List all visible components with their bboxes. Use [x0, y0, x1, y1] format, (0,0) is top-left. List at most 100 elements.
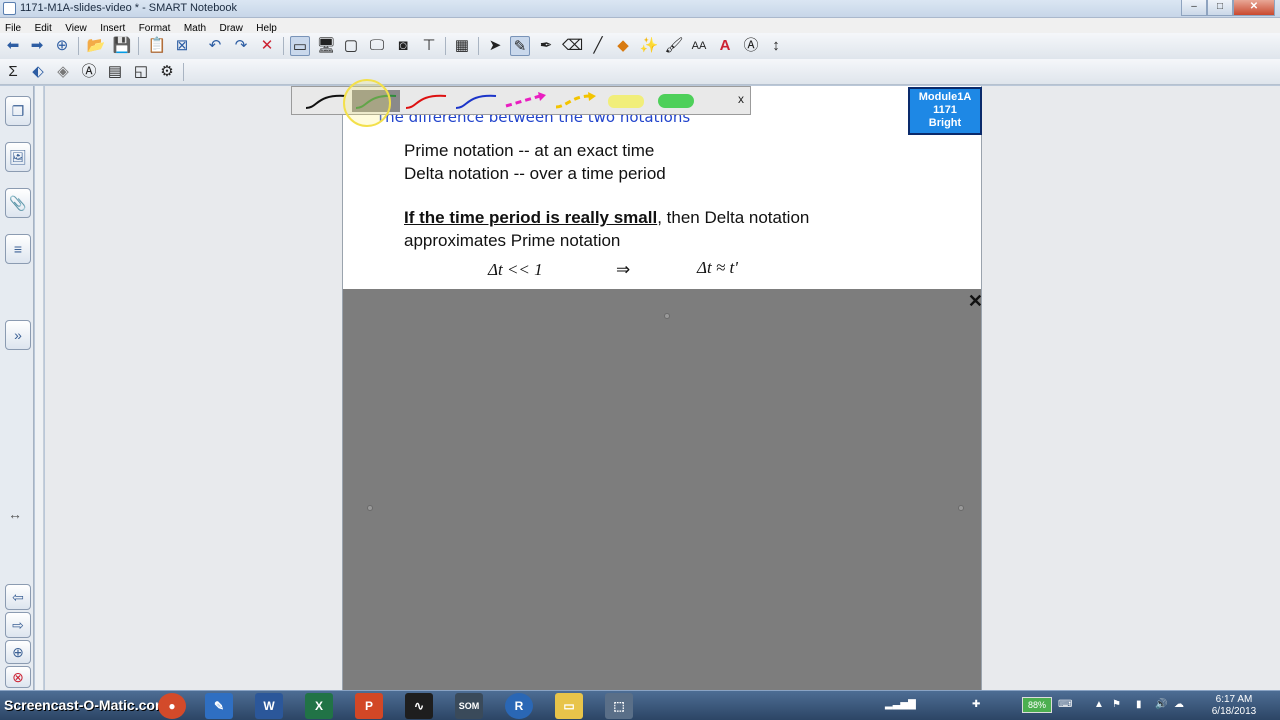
smart-notebook-icon [3, 2, 16, 15]
shade-handle-right[interactable] [958, 505, 964, 511]
title-bar: 1171-M1A-slides-video * - SMART Notebook… [0, 0, 1280, 18]
snipping-icon[interactable]: ⬚ [605, 693, 633, 719]
open-folder-icon[interactable]: 📂 [86, 36, 106, 56]
magic-pen-2-icon[interactable]: Ⓐ [79, 62, 99, 82]
properties-icon[interactable]: Ⓐ [741, 36, 761, 56]
back-arrow-icon[interactable]: ⬅ [3, 36, 23, 56]
workspace: The difference between the two notations… [45, 86, 1280, 690]
eraser-icon[interactable]: ⌫ [562, 36, 583, 56]
screen-shade[interactable]: ✕ [343, 289, 981, 690]
pen-magenta-arrow-icon[interactable] [502, 90, 550, 112]
text-style-icon[interactable]: AA [689, 36, 709, 56]
undo-icon[interactable]: ↶ [205, 36, 225, 56]
paste-icon[interactable]: 📋 [147, 36, 167, 56]
attachments-tab[interactable]: 📎 [5, 188, 31, 218]
format-table-icon[interactable]: ▤ [105, 62, 125, 82]
window-controls: – □ ✕ [1181, 0, 1275, 16]
shape-recognition-icon[interactable]: ⬖ [28, 62, 48, 82]
close-window-button[interactable]: ✕ [1233, 0, 1275, 16]
creative-pen-icon[interactable]: ✒ [536, 36, 556, 56]
capture-icon[interactable]: ◙ [393, 36, 413, 56]
module-badge: Module1A 1171 Bright [908, 87, 982, 135]
line-icon[interactable]: ╱ [588, 36, 608, 56]
expand-panel-tab[interactable]: » [5, 320, 31, 350]
display-icon[interactable]: 🖵 [367, 36, 387, 56]
word-icon[interactable]: W [255, 693, 283, 719]
folder-icon[interactable]: ▭ [555, 693, 583, 719]
table-icon[interactable]: ▦ [452, 36, 472, 56]
shade-close-icon[interactable]: ✕ [968, 291, 981, 312]
text-icon[interactable]: A [715, 36, 735, 56]
add-on-icon[interactable]: ⚙ [157, 62, 177, 82]
clock[interactable]: 6:17 AM 6/18/2013 [1206, 694, 1262, 718]
resize-arrow-icon[interactable]: ↔ [8, 506, 22, 522]
full-screen-icon[interactable]: 🖥 [316, 36, 336, 56]
notebook-page: The difference between the two notations… [342, 86, 982, 690]
side-tabs: ❐ 🖼 📎 ≡ » ↔ ⇦ ⇨ ⊕ ⊗ [0, 86, 34, 690]
highlighter-yellow-icon[interactable] [602, 90, 650, 112]
network-icon[interactable]: ▮ [1136, 699, 1142, 710]
small-time-period-bold: If the time period is really small [404, 208, 658, 227]
gallery-tab[interactable]: 🖼 [5, 142, 31, 172]
powerpoint-icon[interactable]: P [355, 693, 383, 719]
save-icon[interactable]: 💾 [112, 36, 132, 56]
prev-page-icon[interactable]: ⇦ [5, 584, 31, 610]
flag-icon[interactable]: ⚑ [1112, 699, 1121, 710]
properties-tab[interactable]: ≡ [5, 234, 31, 264]
pen-blue-icon[interactable] [452, 90, 500, 112]
notebook-taskbar-icon[interactable]: ✎ [205, 693, 233, 719]
secondary-toolbar: Σ ⬖ ◈ Ⓐ ▤ ◱ ⚙ [0, 59, 1280, 85]
add-page-icon[interactable]: ⊕ [52, 36, 72, 56]
move-toolbar-icon[interactable]: ↕ [766, 36, 786, 56]
next-page-icon[interactable]: ⇨ [5, 612, 31, 638]
delete-box-icon[interactable]: ⊠ [172, 36, 192, 56]
select-pointer-icon[interactable]: ➤ [485, 36, 505, 56]
excel-icon[interactable]: X [305, 693, 333, 719]
shade-handle-top[interactable] [664, 313, 670, 319]
clock-date: 6/18/2013 [1211, 706, 1257, 717]
signal-icon[interactable]: ▂▃▅▇ [885, 699, 916, 710]
maximize-button[interactable]: □ [1207, 0, 1233, 16]
window-title: 1171-M1A-slides-video * - SMART Notebook [20, 2, 238, 14]
menu-bar: File Edit View Insert Format Math Draw H… [0, 18, 1280, 34]
battery-indicator[interactable]: 88% [1022, 697, 1052, 713]
pen-toolbar-close-icon[interactable]: x [738, 92, 744, 106]
pen-yellow-arrow-icon[interactable] [552, 90, 600, 112]
shapes-icon[interactable]: ◆ [613, 36, 633, 56]
keyboard-icon[interactable]: ⌨ [1058, 699, 1072, 710]
add-page-side-icon[interactable]: ⊕ [5, 640, 31, 664]
prime-notation-line: Prime notation -- at an exact time [404, 141, 655, 160]
sigma-math-icon[interactable]: Σ [3, 62, 23, 82]
delta-notation-line: Delta notation -- over a time period [404, 164, 666, 183]
document-camera-icon[interactable]: ⊤ [419, 36, 439, 56]
show-hidden-icon[interactable]: ▲ [1094, 699, 1104, 710]
eraser-2-icon[interactable]: ◈ [53, 62, 73, 82]
minimize-button[interactable]: – [1181, 0, 1207, 16]
fill-icon[interactable]: 🖌 [664, 36, 684, 56]
pen-red-icon[interactable] [402, 90, 450, 112]
graph-icon[interactable]: ◱ [131, 62, 151, 82]
delete-page-icon[interactable]: ⊗ [5, 666, 31, 688]
magic-pen-icon[interactable]: ✨ [639, 36, 659, 56]
side-scrollbar[interactable] [35, 86, 44, 690]
screen-shade-icon[interactable]: ▭ [290, 36, 310, 56]
page-sorter-tab[interactable]: ❐ [5, 96, 31, 126]
r-icon[interactable]: R [505, 693, 533, 719]
delete-icon[interactable]: ✕ [257, 36, 277, 56]
volume-icon[interactable]: 🔊 [1155, 699, 1167, 710]
chrome-icon[interactable]: ● [158, 693, 186, 719]
watermark-text: Screencast-O-Matic.com [4, 697, 168, 713]
highlighter-green-icon[interactable] [652, 90, 700, 112]
pen-icon[interactable]: ✎ [510, 36, 530, 56]
cloud-icon[interactable]: ☁ [1174, 699, 1184, 710]
tray-app-icon[interactable]: ✚ [972, 699, 980, 710]
forward-arrow-icon[interactable]: ➡ [27, 36, 47, 56]
som-icon[interactable]: SOM [455, 693, 483, 719]
shade-handle-left[interactable] [367, 505, 373, 511]
small-time-period-rest: , then Delta notation [657, 208, 810, 227]
math-left: Δt << 1 [488, 260, 543, 279]
redo-icon[interactable]: ↷ [231, 36, 251, 56]
transparent-background-icon[interactable]: ▢ [341, 36, 361, 56]
small-time-period-line: If the time period is really small, then… [404, 208, 809, 228]
oscilloscope-icon[interactable]: ∿ [405, 693, 433, 719]
